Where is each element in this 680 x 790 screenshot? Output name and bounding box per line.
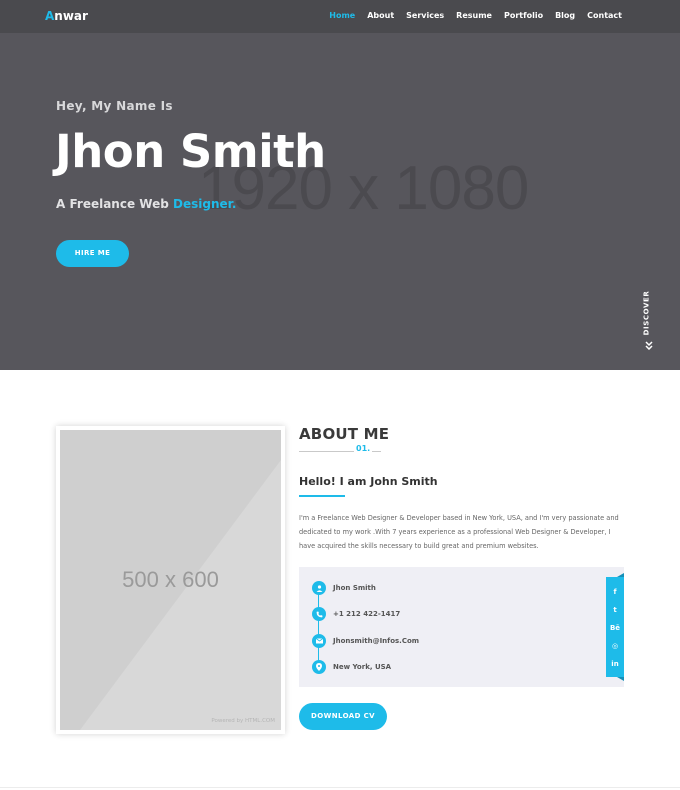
profile-photo: 500 x 600 Powered by HTML.COM bbox=[60, 430, 281, 730]
info-row-name: Jhon Smith bbox=[312, 581, 376, 595]
nav-item-about[interactable]: About bbox=[367, 11, 394, 20]
linkedin-icon[interactable]: in bbox=[606, 655, 624, 673]
info-row-location: New York, USA bbox=[312, 660, 391, 674]
about-heading-underline bbox=[299, 495, 345, 497]
contact-info-box: Jhon Smith +1 212 422-1417 Jhonsmith@Inf… bbox=[299, 567, 624, 687]
phone-icon bbox=[312, 607, 326, 621]
behance-icon[interactable]: Bē bbox=[606, 619, 624, 637]
info-phone: +1 212 422-1417 bbox=[333, 610, 401, 618]
user-icon bbox=[312, 581, 326, 595]
site-logo[interactable]: Anwar bbox=[45, 9, 88, 23]
nav-item-home[interactable]: Home bbox=[329, 11, 355, 20]
hero-name: Jhon Smith bbox=[55, 125, 326, 178]
hero-subtitle: A Freelance Web Designer. bbox=[56, 197, 236, 211]
logo-rest: nwar bbox=[54, 9, 88, 23]
social-bar: f t Bē ◎ in bbox=[606, 577, 624, 677]
hero-section: 1920 x 1080 Hey, My Name Is Jhon Smith A… bbox=[0, 33, 680, 370]
about-section-number: 01. bbox=[354, 444, 373, 453]
about-title: ABOUT ME bbox=[299, 425, 390, 443]
map-pin-icon bbox=[312, 660, 326, 674]
hire-me-button[interactable]: HIRE ME bbox=[56, 240, 129, 267]
social-bar-fold-bottom bbox=[617, 677, 624, 681]
photo-placeholder-text: 500 x 600 bbox=[122, 567, 219, 592]
discover-link[interactable]: DISCOVER bbox=[640, 290, 660, 353]
section-divider bbox=[0, 787, 680, 788]
envelope-icon bbox=[312, 634, 326, 648]
navbar: Anwar Home About Services Resume Portfol… bbox=[0, 0, 680, 33]
hero-subtitle-suffix: . bbox=[231, 197, 237, 211]
info-name: Jhon Smith bbox=[333, 584, 376, 592]
hero-subtitle-prefix: A Freelance Web bbox=[56, 197, 173, 211]
nav-item-services[interactable]: Services bbox=[406, 11, 444, 20]
main-menu: Home About Services Resume Portfolio Blo… bbox=[329, 11, 622, 20]
nav-item-blog[interactable]: Blog bbox=[555, 11, 575, 20]
download-cv-button[interactable]: DOWNLOAD CV bbox=[299, 703, 387, 730]
info-email[interactable]: Jhonsmith@Infos.Com bbox=[333, 637, 419, 645]
info-location: New York, USA bbox=[333, 663, 392, 671]
about-bio: I'm a Freelance Web Designer & Developer… bbox=[299, 514, 619, 550]
dribbble-icon[interactable]: ◎ bbox=[606, 637, 624, 655]
profile-photo-frame: 500 x 600 Powered by HTML.COM bbox=[56, 426, 285, 734]
info-row-phone: +1 212 422-1417 bbox=[312, 607, 400, 621]
twitter-icon[interactable]: t bbox=[606, 601, 624, 619]
discover-label: DISCOVER bbox=[642, 290, 651, 336]
info-row-email: Jhonsmith@Infos.Com bbox=[312, 634, 419, 648]
about-heading: Hello! I am John Smith bbox=[299, 475, 438, 488]
nav-item-contact[interactable]: Contact bbox=[587, 11, 622, 20]
nav-item-resume[interactable]: Resume bbox=[456, 11, 492, 20]
double-chevron-down-icon bbox=[645, 341, 653, 353]
facebook-icon[interactable]: f bbox=[606, 583, 624, 601]
hero-greeting: Hey, My Name Is bbox=[56, 99, 173, 113]
nav-item-portfolio[interactable]: Portfolio bbox=[504, 11, 543, 20]
photo-powered-text: Powered by HTML.COM bbox=[211, 718, 275, 724]
logo-first-letter: A bbox=[45, 9, 55, 23]
info-timeline-line bbox=[318, 588, 319, 666]
hero-subtitle-highlight: Designer bbox=[173, 197, 232, 211]
